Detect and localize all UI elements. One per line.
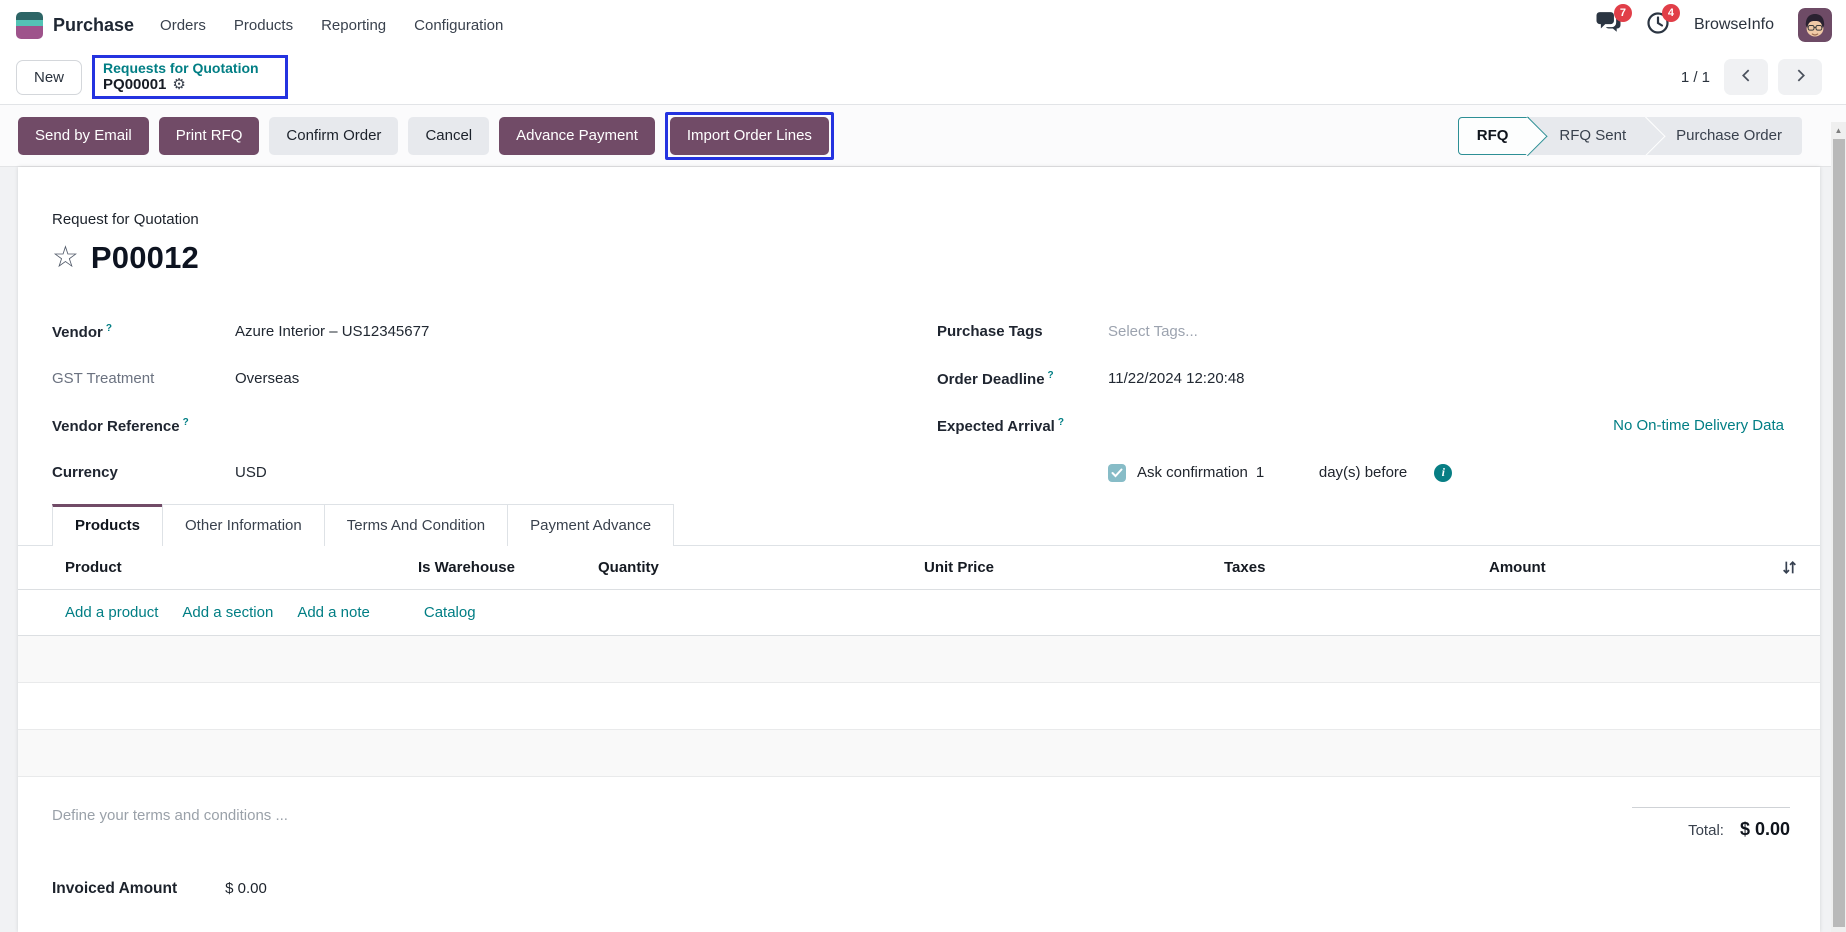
form-view: Request for Quotation ☆ P00012 Vendor? A… [0, 167, 1846, 932]
invoiced-amount-row: Invoiced Amount $ 0.00 [52, 880, 1790, 898]
invoiced-amount-label: Invoiced Amount [52, 880, 178, 897]
menu-orders[interactable]: Orders [160, 17, 206, 34]
tab-other-information[interactable]: Other Information [162, 504, 325, 546]
column-product: Product [65, 559, 122, 576]
new-button[interactable]: New [16, 59, 83, 95]
ask-confirmation-checkbox[interactable] [1108, 463, 1126, 482]
form-statusbar: Send by Email Print RFQ Confirm Order Ca… [0, 105, 1846, 167]
table-row [18, 683, 1820, 730]
days-before-input[interactable]: 1 [1256, 464, 1286, 481]
field-vendor-reference: Vendor Reference? [52, 416, 189, 435]
gst-treatment-value[interactable]: Overseas [235, 370, 299, 387]
help-icon: ? [1047, 369, 1054, 381]
info-icon: i [1434, 463, 1453, 482]
column-amount: Amount [1489, 559, 1546, 576]
days-before-label: day(s) before [1318, 464, 1408, 481]
print-rfq-button[interactable]: Print RFQ [158, 116, 260, 155]
total-value: $ 0.00 [1739, 819, 1790, 839]
doc-type-label: Request for Quotation [52, 211, 199, 228]
field-purchase-tags: Purchase Tags Select Tags... [937, 323, 1198, 340]
user-avatar[interactable] [1798, 8, 1832, 42]
menu-reporting[interactable]: Reporting [321, 17, 386, 34]
status-steps: RFQ RFQ Sent Purchase Order [1457, 116, 1802, 155]
ask-confirmation-row: Ask confirmation 1 day(s) before i [937, 449, 1790, 496]
form-sheet: Request for Quotation ☆ P00012 Vendor? A… [18, 167, 1820, 932]
field-vendor: Vendor? Azure Interior – US12345677 [52, 322, 430, 341]
tab-payment-advance[interactable]: Payment Advance [507, 504, 675, 546]
tab-terms-and-condition[interactable]: Terms And Condition [323, 504, 509, 546]
purchase-app-icon[interactable] [16, 11, 43, 39]
terms-and-conditions-input[interactable]: Define your terms and conditions ... [52, 807, 288, 824]
order-deadline-value[interactable]: 11/22/2024 12:20:48 [1108, 370, 1245, 387]
column-taxes: Taxes [1224, 559, 1266, 576]
table-header-row: Product Is Warehouse Quantity Unit Price… [18, 546, 1820, 590]
vertical-scrollbar[interactable]: ▲ [1831, 122, 1846, 932]
advance-payment-button[interactable]: Advance Payment [499, 116, 655, 155]
no-on-time-delivery-link[interactable]: No On-time Delivery Data [1613, 417, 1784, 434]
add-line-row: Add a product Add a section Add a note C… [18, 590, 1820, 636]
breadcrumb-parent-link[interactable]: Requests for Quotation [103, 60, 275, 76]
field-expected-arrival: Expected Arrival? No On-time Delivery Da… [937, 416, 1784, 435]
invoiced-amount-value: $ 0.00 [225, 880, 267, 897]
favorite-star-icon[interactable]: ☆ [52, 243, 79, 273]
optional-columns-icon[interactable] [1768, 559, 1798, 576]
import-highlight-box: Import Order Lines [664, 111, 834, 160]
import-order-lines-button[interactable]: Import Order Lines [669, 116, 829, 155]
purchase-tags-input[interactable]: Select Tags... [1108, 323, 1198, 340]
column-is-warehouse: Is Warehouse [418, 559, 515, 576]
scrollbar-thumb[interactable] [1832, 139, 1845, 927]
cancel-button[interactable]: Cancel [408, 116, 490, 155]
field-gst-treatment: GST Treatment Overseas [52, 370, 300, 387]
tab-products[interactable]: Products [52, 504, 164, 546]
chevron-right-icon [1794, 69, 1807, 85]
menu-configuration[interactable]: Configuration [414, 17, 503, 34]
top-navbar: Purchase Orders Products Reporting Confi… [0, 0, 1846, 50]
record-name: P00012 [90, 240, 199, 275]
breadcrumb: PQ00001 ⚙ [103, 76, 275, 93]
user-name[interactable]: BrowseInfo [1694, 16, 1774, 34]
confirm-order-button[interactable]: Confirm Order [269, 116, 399, 155]
gear-icon[interactable]: ⚙ [172, 77, 185, 92]
field-order-deadline: Order Deadline? 11/22/2024 12:20:48 [937, 369, 1245, 388]
messages-badge: 7 [1613, 4, 1632, 22]
notebook-tabs: Products Other Information Terms And Con… [18, 504, 1820, 546]
main-menu: Orders Products Reporting Configuration [160, 17, 503, 34]
send-by-email-button[interactable]: Send by Email [18, 116, 149, 155]
help-icon: ? [182, 416, 189, 428]
chevron-left-icon [1740, 69, 1753, 85]
field-currency: Currency USD [52, 464, 267, 481]
status-step-purchase-order[interactable]: Purchase Order [1646, 116, 1802, 155]
pager-count: 1 / 1 [1680, 68, 1710, 86]
help-icon: ? [105, 322, 112, 334]
breadcrumb-current: PQ00001 [103, 76, 167, 93]
currency-value[interactable]: USD [235, 464, 267, 481]
add-a-product-link[interactable]: Add a product [65, 604, 158, 621]
ask-confirmation-label: Ask confirmation [1137, 464, 1248, 481]
vendor-value[interactable]: Azure Interior – US12345677 [235, 323, 429, 340]
add-a-note-link[interactable]: Add a note [297, 604, 370, 621]
pager-previous-button[interactable] [1724, 59, 1768, 95]
breadcrumb-highlight-box: Requests for Quotation PQ00001 ⚙ [92, 55, 289, 99]
total-label: Total: [1688, 822, 1724, 839]
messages-button[interactable]: 7 [1595, 4, 1632, 39]
scroll-up-arrow-icon[interactable]: ▲ [1831, 122, 1846, 138]
column-quantity: Quantity [598, 559, 659, 576]
help-icon: ? [1057, 416, 1064, 428]
activities-button[interactable]: 4 [1646, 4, 1680, 39]
activities-badge: 4 [1661, 4, 1680, 22]
catalog-link[interactable]: Catalog [424, 604, 476, 621]
control-panel: New Requests for Quotation PQ00001 ⚙ 1 /… [0, 50, 1846, 105]
order-lines-table: Product Is Warehouse Quantity Unit Price… [18, 546, 1820, 777]
status-step-rfq[interactable]: RFQ [1457, 116, 1530, 155]
total-box: Total: $ 0.00 [1632, 807, 1790, 840]
table-row [18, 636, 1820, 683]
add-a-section-link[interactable]: Add a section [182, 604, 273, 621]
pager-next-button[interactable] [1778, 59, 1822, 95]
menu-products[interactable]: Products [234, 17, 293, 34]
table-row [18, 730, 1820, 777]
app-title[interactable]: Purchase [53, 15, 134, 36]
column-unit-price: Unit Price [924, 559, 995, 576]
